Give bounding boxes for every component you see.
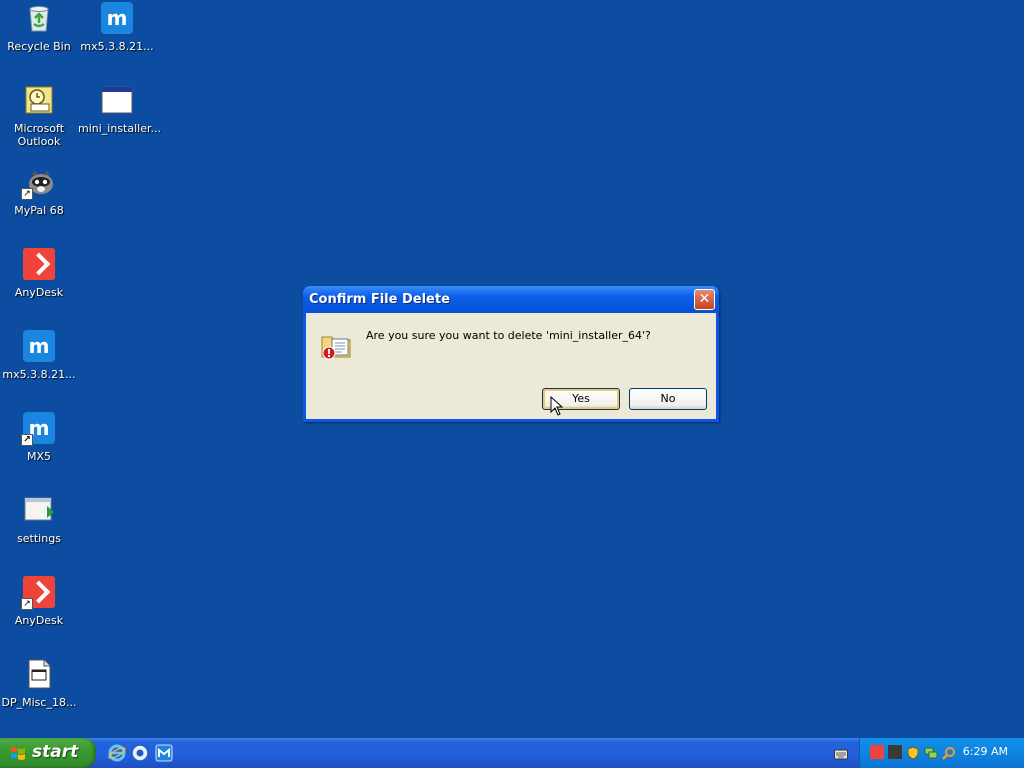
desktop-icon-label: settings	[17, 532, 61, 545]
desktop-icon-label: Recycle Bin	[7, 40, 71, 53]
shortcut-arrow-icon: ↗	[21, 434, 33, 446]
desktop-icon-label: AnyDesk	[14, 286, 64, 299]
search-icon[interactable]	[942, 745, 956, 760]
document-icon	[23, 658, 55, 690]
keyboard-icon[interactable]	[834, 746, 848, 760]
dialog-message: Are you sure you want to delete 'mini_in…	[366, 329, 651, 342]
recycle-bin-icon	[23, 2, 55, 34]
desktop-icon-label: mx5.3.8.21...	[80, 40, 154, 53]
desktop-icon-dp-misc[interactable]: DP_Misc_18...	[0, 658, 78, 709]
desktop-icon-mx5[interactable]: m ↗ MX5	[0, 412, 78, 463]
delete-file-warning-icon	[320, 329, 352, 361]
desktop-icon-label: MyPal 68	[14, 204, 64, 217]
anydesk-icon	[23, 248, 55, 280]
start-button[interactable]: start	[0, 738, 96, 768]
desktop-icon-settings[interactable]: settings	[0, 494, 78, 545]
network-tray-icon[interactable]	[924, 745, 938, 759]
desktop-icon-label: MX5	[26, 450, 52, 463]
desktop-icon-mx5-installer-2[interactable]: m mx5.3.8.21...	[0, 330, 78, 381]
clock[interactable]: 6:29 AM	[963, 745, 1008, 758]
close-button[interactable]: ✕	[694, 289, 715, 310]
desktop-icon-anydesk[interactable]: AnyDesk	[0, 248, 78, 299]
maxthon-icon: m	[101, 2, 133, 34]
maxthon-icon[interactable]	[155, 744, 173, 762]
desktop-icon-mypal[interactable]: ↗ MyPal 68	[0, 166, 78, 217]
ie-icon[interactable]	[108, 744, 126, 762]
desktop-icon-label: Microsoft Outlook	[13, 122, 65, 148]
settings-window-icon	[23, 494, 55, 526]
maxthon-icon: m	[23, 330, 55, 362]
maxthon-icon: m ↗	[21, 412, 55, 446]
application-window-icon	[101, 84, 133, 116]
start-label: start	[32, 742, 79, 762]
mypal-raccoon-icon: ↗	[21, 166, 55, 200]
shortcut-arrow-icon: ↗	[21, 598, 33, 610]
dialog-titlebar[interactable]: Confirm File Delete ✕	[303, 286, 719, 313]
anydesk-tray-icon[interactable]	[870, 745, 884, 759]
desktop-icon-label: mini_installer...	[78, 122, 161, 135]
dialog-body: Are you sure you want to delete 'mini_in…	[306, 313, 716, 419]
desktop-icon-anydesk-shortcut[interactable]: ↗ AnyDesk	[0, 576, 78, 627]
no-button[interactable]: No	[629, 388, 707, 410]
desktop-icon-label: AnyDesk	[14, 614, 64, 627]
security-shield-icon[interactable]	[906, 745, 920, 760]
shortcut-arrow-icon: ↗	[21, 188, 33, 200]
desktop-icon-label: DP_Misc_18...	[1, 696, 77, 709]
dialog-title: Confirm File Delete	[309, 292, 450, 307]
mouse-cursor-icon	[550, 395, 564, 416]
desktop-icon-recycle-bin[interactable]: Recycle Bin	[0, 2, 78, 53]
desktop-icon-mini-installer[interactable]: mini_installer...	[78, 84, 161, 135]
desktop-icon-label: mx5.3.8.21...	[2, 368, 76, 381]
anydesk-service-tray-icon[interactable]	[888, 745, 902, 759]
mypal-icon[interactable]	[131, 744, 149, 762]
desktop-icon-mx5-installer[interactable]: m mx5.3.8.21...	[78, 2, 156, 53]
system-tray: 6:29 AM	[859, 738, 1024, 768]
taskbar: start 6:29 AM	[0, 738, 1024, 768]
confirm-file-delete-dialog: Confirm File Delete ✕ Are you sure you w…	[303, 286, 719, 422]
desktop-icon-outlook[interactable]: Microsoft Outlook	[0, 84, 78, 148]
outlook-icon	[23, 84, 55, 116]
anydesk-icon: ↗	[21, 576, 55, 610]
windows-flag-icon	[10, 745, 26, 761]
